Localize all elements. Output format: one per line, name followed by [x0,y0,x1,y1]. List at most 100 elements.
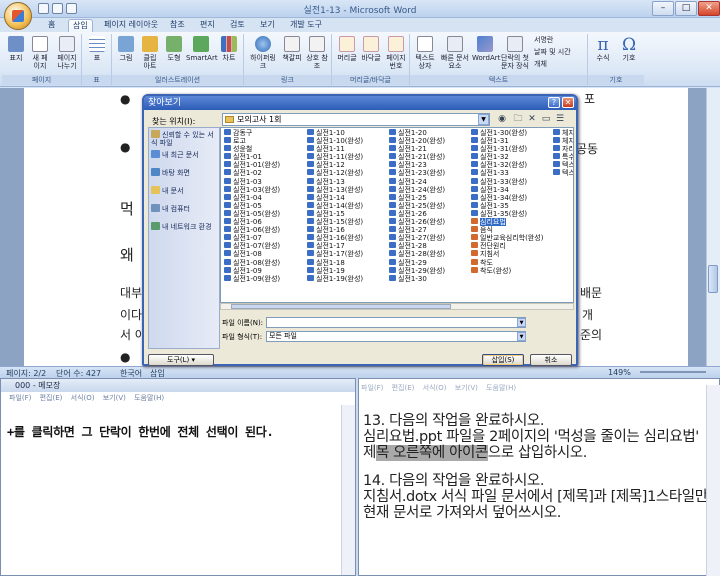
up-folder-icon[interactable]: 🗀 [512,113,524,125]
menu-edit[interactable]: 편집(E) [392,384,415,392]
table-button[interactable]: 표 [86,36,108,62]
file-item[interactable]: 실전1-10 [307,129,363,137]
header-button[interactable]: 머리글 [336,36,358,62]
bookmark-button[interactable]: 책갈피 [280,36,304,62]
file-item[interactable]: 실전1-14(완성) [307,201,363,210]
zoom-slider[interactable] [640,371,706,373]
quick-parts-button[interactable]: 빠른 문서 요소 [440,36,470,70]
filetype-select[interactable]: 모든 파일 [266,331,526,342]
file-item[interactable]: 실전1-05 [224,201,280,210]
file-item[interactable]: 자라 [553,145,573,153]
object-button[interactable]: 개체 [534,60,586,68]
file-item[interactable]: 체지 [553,137,573,145]
cross-reference-button[interactable]: 상호 참조 [306,36,328,70]
file-item[interactable]: 실전1-03 [224,177,280,186]
file-item[interactable]: 실전1-20 [389,129,445,137]
file-item[interactable]: 실전1-20(완성) [389,137,445,145]
file-item[interactable]: 실전1-08(완성) [224,258,280,267]
file-item[interactable]: 실전1-12(완성) [307,169,363,177]
tab-page-layout[interactable]: 페이지 레이아웃 [100,19,162,32]
menu-format[interactable]: 서식(O) [71,394,95,402]
file-item[interactable]: 착도(완성) [471,266,543,275]
file-item[interactable]: 실전1-13(완성) [307,185,363,194]
textbox-button[interactable]: 텍스트 상자 [412,36,438,70]
tab-home[interactable]: 홈 [44,19,59,32]
file-item[interactable]: 실전1-18 [307,258,363,267]
help-button[interactable]: ? [548,97,560,108]
menu-help[interactable]: 도움말(H) [134,394,164,402]
tab-review[interactable]: 검토 [226,19,249,32]
drop-cap-button[interactable]: 단락의 첫 문자 장식 [500,36,530,70]
office-button[interactable] [4,2,32,30]
blank-page-button[interactable]: 새 페이지 [30,36,50,70]
file-item[interactable]: 음식 [471,226,543,234]
file-item[interactable]: 실전1-31 [471,137,543,145]
place-my-computer[interactable]: 내 컴퓨터 [151,204,219,213]
file-item[interactable]: 텍스 [553,169,573,177]
notepad-text[interactable]: +를 클릭하면 그 단락이 한번에 전체 선택이 된다. [7,423,274,440]
file-item[interactable]: 실전1-17(완성) [307,250,363,258]
shapes-button[interactable]: 도형 [164,36,184,62]
menu-file[interactable]: 파일(F) [9,394,31,402]
file-item[interactable]: 실전1-19 [307,266,363,275]
scrollbar-thumb[interactable] [708,265,718,293]
new-folder-icon[interactable]: ▭ [540,113,552,125]
file-item[interactable]: 실전1-30 [389,274,445,283]
file-item[interactable]: 실전1-35 [471,201,543,210]
file-item[interactable]: 실전1-30(완성) [471,129,543,137]
maximize-button[interactable]: □ [675,1,697,16]
file-item[interactable]: 감동구 [224,129,280,137]
file-item[interactable]: 실전1-29(완성) [389,266,445,275]
file-item[interactable]: 로고 [224,137,280,145]
footer-button[interactable]: 바닥글 [360,36,382,62]
file-item[interactable]: 실전1-16 [307,226,363,234]
file-item[interactable]: 실전1-27 [389,226,445,234]
file-item[interactable]: 실전1-14 [307,193,363,202]
vertical-scrollbar[interactable] [706,88,720,366]
cancel-button[interactable]: 취소 [530,354,572,366]
zoom-level[interactable]: 149% [608,368,631,377]
equation-button[interactable]: π 수식 [592,36,614,62]
menu-help[interactable]: 도움말(H) [486,384,516,392]
horizontal-scrollbar[interactable] [220,303,574,310]
file-item[interactable]: 실전1-26(완성) [389,218,445,226]
symbol-button[interactable]: Ω 기호 [618,36,640,62]
file-item[interactable]: 실전1-15 [307,209,363,218]
insert-button[interactable]: 삽입(S) [482,354,524,366]
file-item[interactable]: 실전1-09 [224,266,280,275]
menu-file[interactable]: 파일(F) [361,384,383,392]
views-icon[interactable]: ☰ [554,113,566,125]
file-item[interactable]: 실전1-29 [389,258,445,267]
menu-view[interactable]: 보기(V) [455,384,478,392]
file-item[interactable]: 실전1-35(완성) [471,209,543,218]
close-button[interactable]: ✕ [698,1,720,16]
back-icon[interactable]: ◉ [496,113,508,125]
menu-edit[interactable]: 편집(E) [40,394,63,402]
menu-format[interactable]: 서식(O) [423,384,447,392]
file-item[interactable]: 실전1-33 [471,169,543,177]
menu-view[interactable]: 보기(V) [103,394,126,402]
clipart-button[interactable]: 클립 아트 [140,36,160,70]
place-desktop[interactable]: 바탕 화면 [151,168,219,177]
chart-button[interactable]: 차트 [218,36,240,62]
picture-button[interactable]: 그림 [116,36,136,62]
chevron-down-icon[interactable]: ▼ [517,332,526,341]
page-break-button[interactable]: 페이지 나누기 [54,36,80,70]
cover-page-button[interactable]: 표지 [6,36,26,62]
place-recent[interactable]: 내 최근 문서 [151,150,219,159]
place-network[interactable]: 내 네트워크 환경 [151,222,219,231]
file-item[interactable]: 실전1-28(완성) [389,250,445,258]
tab-developer[interactable]: 개발 도구 [286,19,326,32]
file-item[interactable]: 실전1-09(완성) [224,274,280,283]
date-time-button[interactable]: 날짜 및 시간 [534,48,586,56]
page-number-button[interactable]: 페이지 번호 [384,36,408,70]
file-item[interactable]: 실전1-19(완성) [307,274,363,283]
tools-button[interactable]: 도구(L) ▾ [148,354,214,366]
chevron-down-icon[interactable]: ▼ [517,318,526,327]
file-item[interactable]: 실전1-13 [307,177,363,186]
notepad-scrollbar[interactable] [341,405,355,575]
file-item[interactable]: 실전1-10(완성) [307,137,363,145]
tab-insert[interactable]: 삽입 [68,19,93,33]
file-item[interactable]: 실전1-03(완성) [224,185,280,194]
tab-view[interactable]: 보기 [256,19,279,32]
